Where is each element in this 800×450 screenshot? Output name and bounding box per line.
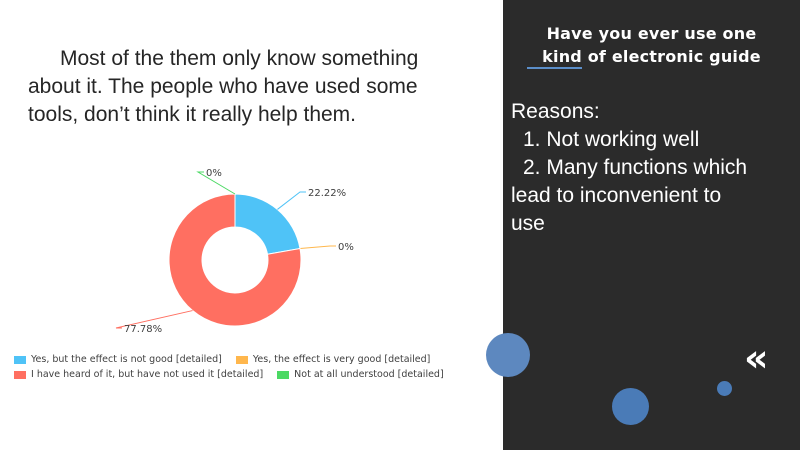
donut-slice-0 <box>234 193 301 255</box>
data-label-1: 0% <box>338 242 354 253</box>
legend-item-red: I have heard of it, but have not used it… <box>14 369 263 380</box>
legend-swatch-green <box>277 370 290 379</box>
legend-swatch-red <box>14 370 26 379</box>
data-label-3: 0% <box>206 168 222 179</box>
data-label-2: 77.78% <box>124 324 162 335</box>
donut-chart: 22.22% 0% 77.78% 0% <box>115 168 354 335</box>
panel-title: Have you ever use one kind of electronic… <box>503 22 800 68</box>
slide: Most of the them only know something abo… <box>0 0 800 450</box>
summary-text: Most of the them only know something abo… <box>28 47 419 126</box>
reason-2-line-1: 2. Many functions which <box>523 156 748 179</box>
quote-mark-icon: « <box>744 336 769 380</box>
title-underline <box>527 67 582 69</box>
legend-label: I have heard of it, but have not used it… <box>31 369 264 380</box>
legend-swatch-blue <box>14 355 26 364</box>
legend-label: Yes, the effect is very good [detailed] <box>252 354 431 365</box>
decorative-circle-large <box>486 333 530 377</box>
reason-1: 1. Not working well <box>523 128 700 151</box>
legend-item-green: Not at all understood [detailed] <box>277 369 444 380</box>
reasons-heading: Reasons: <box>511 100 600 123</box>
legend-swatch-orange <box>235 355 248 364</box>
dark-side-panel: Have you ever use one kind of electronic… <box>503 0 800 450</box>
reason-2-line-2: lead to inconvenient to <box>511 184 722 207</box>
legend-label: Not at all understood [detailed] <box>294 369 444 380</box>
panel-title-line-1: Have you ever use one <box>546 24 757 43</box>
reason-2-line-3: use <box>511 212 545 235</box>
leader-line-1 <box>299 245 336 250</box>
decorative-circle-small <box>717 381 732 396</box>
panel-title-line-2: kind of electronic guide <box>542 47 761 66</box>
legend-item-blue: Yes, but the effect is not good [detaile… <box>14 354 222 365</box>
data-label-0: 22.22% <box>308 188 346 199</box>
chart-legend: Yes, but the effect is not good [detaile… <box>14 352 484 382</box>
leader-line-0 <box>277 191 306 210</box>
legend-label: Yes, but the effect is not good [detaile… <box>31 354 222 365</box>
legend-item-orange: Yes, the effect is very good [detailed] <box>235 354 431 365</box>
reasons-list: Reasons: 1. Not working well 2. Many fun… <box>511 98 796 238</box>
decorative-circle-medium <box>612 388 649 425</box>
